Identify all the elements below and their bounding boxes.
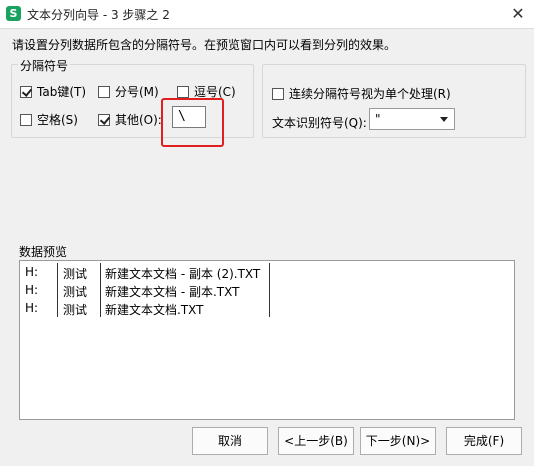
other-checkbox-label: 其他(O): bbox=[115, 113, 162, 127]
other-checkbox[interactable] bbox=[98, 113, 110, 126]
consecutive-checkbox[interactable] bbox=[272, 87, 284, 100]
text-qualifier-label: 文本识别符号(Q): bbox=[272, 116, 367, 130]
preview-cell: 测试 bbox=[63, 303, 88, 317]
column-separator[interactable] bbox=[269, 263, 270, 317]
preview-cell: 新建文本文档 - 副本.TXT bbox=[105, 285, 240, 299]
column-separator[interactable] bbox=[57, 263, 58, 317]
semicolon-checkbox[interactable] bbox=[98, 85, 110, 98]
space-checkbox-label: 空格(S) bbox=[37, 113, 78, 127]
column-separator[interactable] bbox=[100, 263, 101, 317]
semicolon-checkbox-row[interactable]: 分号(M) bbox=[98, 83, 159, 100]
preview-cell: H: bbox=[25, 301, 39, 315]
space-checkbox-row[interactable]: 空格(S) bbox=[20, 111, 78, 128]
tab-checkbox-row[interactable]: Tab键(T) bbox=[20, 83, 86, 100]
instruction-text: 请设置分列数据所包含的分隔符号。在预览窗口内可以看到分列的效果。 bbox=[12, 38, 397, 52]
cancel-button[interactable]: 取消 bbox=[192, 427, 268, 455]
window-title: 文本分列向导 - 3 步骤之 2 bbox=[27, 8, 170, 22]
preview-cell: 新建文本文档 - 副本 (2).TXT bbox=[105, 267, 261, 281]
other-checkbox-row[interactable]: 其他(O): bbox=[98, 111, 162, 128]
title-bar: S 文本分列向导 - 3 步骤之 2 ✕ bbox=[0, 0, 534, 29]
app-logo-icon: S bbox=[6, 6, 21, 21]
space-checkbox[interactable] bbox=[20, 113, 32, 126]
consecutive-checkbox-label: 连续分隔符号视为单个处理(R) bbox=[289, 87, 451, 101]
tab-checkbox[interactable] bbox=[20, 85, 32, 98]
preview-cell: H: bbox=[25, 283, 39, 297]
preview-cell: 测试 bbox=[63, 267, 88, 281]
preview-label: 数据预览 bbox=[19, 245, 68, 259]
text-qualifier-value: " bbox=[375, 112, 381, 126]
preview-cell: H: bbox=[25, 265, 39, 279]
preview-cell: 测试 bbox=[63, 285, 88, 299]
delimiters-group-label: 分隔符号 bbox=[18, 57, 71, 74]
preview-cell: 新建文本文档.TXT bbox=[105, 303, 204, 317]
tab-checkbox-label: Tab键(T) bbox=[37, 85, 87, 99]
comma-checkbox[interactable] bbox=[177, 85, 189, 98]
back-button[interactable]: <上一步(B) bbox=[278, 427, 354, 455]
data-preview[interactable]: H: 测试 新建文本文档 - 副本 (2).TXT H: 测试 新建文本文档 -… bbox=[19, 260, 515, 420]
semicolon-checkbox-label: 分号(M) bbox=[115, 85, 159, 99]
consecutive-checkbox-row[interactable]: 连续分隔符号视为单个处理(R) bbox=[272, 85, 451, 102]
finish-button[interactable]: 完成(F) bbox=[446, 427, 522, 455]
close-button[interactable]: ✕ bbox=[506, 2, 530, 26]
chevron-down-icon bbox=[440, 117, 448, 122]
highlight-annotation bbox=[161, 98, 224, 147]
text-qualifier-select[interactable]: " bbox=[369, 108, 455, 130]
next-button[interactable]: 下一步(N)> bbox=[360, 427, 436, 455]
